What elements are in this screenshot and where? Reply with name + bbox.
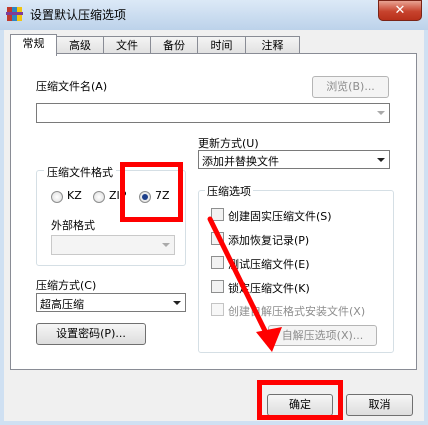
- update-mode-label: 更新方式(U): [198, 137, 259, 150]
- highlight-box-7z: [120, 162, 183, 222]
- archive-format-group-label: 压缩文件格式: [44, 164, 116, 180]
- tab-label: 备份: [163, 39, 185, 52]
- update-mode-select[interactable]: 添加并替换文件: [198, 150, 390, 169]
- compression-method-label: 压缩方式(C): [36, 279, 97, 292]
- set-password-button[interactable]: 设置密码(P)...: [36, 323, 146, 345]
- tab-label: 文件: [116, 39, 138, 52]
- cancel-button[interactable]: 取消: [346, 394, 413, 416]
- tab-label: 高级: [69, 39, 91, 52]
- tab-general[interactable]: 常规: [10, 34, 57, 56]
- archive-app-icon: [6, 7, 23, 21]
- compression-options-group-label: 压缩选项: [205, 183, 253, 199]
- tab-label: 注释: [261, 39, 284, 52]
- close-icon: ✕: [394, 3, 406, 18]
- close-button[interactable]: ✕: [378, 0, 422, 21]
- archive-name-combo[interactable]: [36, 103, 390, 123]
- tab-label: 常规: [22, 37, 45, 50]
- compression-method-value: 超高压缩: [40, 298, 84, 311]
- chevron-down-icon: [377, 158, 385, 162]
- chevron-down-icon: [377, 111, 385, 115]
- chevron-down-icon: [162, 243, 170, 247]
- update-mode-value: 添加并替换文件: [202, 155, 279, 168]
- window-title: 设置默认压缩选项: [30, 8, 127, 22]
- external-format-select[interactable]: [51, 235, 175, 255]
- highlight-box-ok: [257, 380, 343, 420]
- radio-kz-label: KZ: [67, 189, 82, 202]
- radio-zip[interactable]: [93, 191, 105, 203]
- annotation-arrow-icon: [207, 216, 282, 352]
- radio-kz[interactable]: [51, 191, 63, 203]
- archive-name-label: 压缩文件名(A): [36, 80, 108, 93]
- compression-method-select[interactable]: 超高压缩: [36, 293, 186, 312]
- tab-label: 时间: [210, 39, 233, 52]
- external-format-label: 外部格式: [51, 219, 95, 232]
- tab-bar: 常规 高级 文件 备份 时间 注释: [10, 34, 300, 56]
- browse-button[interactable]: 浏览(B)...: [312, 76, 389, 98]
- chevron-down-icon: [173, 301, 181, 305]
